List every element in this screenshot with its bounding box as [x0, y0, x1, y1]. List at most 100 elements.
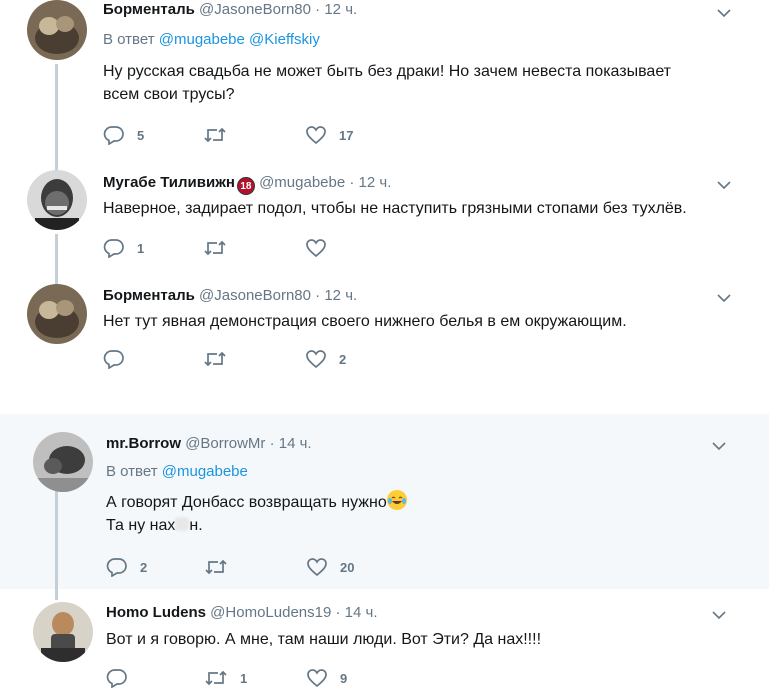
tweet-header: Борменталь @JasoneBorn80 · 12 ч. — [103, 286, 357, 306]
tweet-text-line: Ну русская свадьба не может быть без дра… — [103, 63, 672, 80]
like-count: 2 — [339, 351, 347, 367]
like-count: 20 — [340, 559, 355, 575]
reply-context: В ответ @mugabebe — [106, 463, 248, 480]
reply-button[interactable] — [103, 348, 137, 370]
author-handle[interactable]: @BorrowMr — [185, 435, 265, 452]
author-name[interactable]: Homo Ludens — [106, 604, 206, 621]
tweet[interactable]: Борменталь @JasoneBorn80 · 12 ч. Нет тут… — [0, 284, 769, 394]
separator: · — [335, 604, 341, 621]
tweet-actions: 2 20 — [106, 556, 406, 578]
tweet-text-segment: А говорят Донбасс возвращать нужно — [106, 494, 387, 511]
tweet-actions: 1 — [103, 237, 403, 259]
tweet-text-line: А говорят Донбасс возвращать нужно — [106, 490, 746, 514]
reply-prefix: В ответ — [106, 463, 158, 480]
like-button[interactable]: 9 — [306, 667, 347, 689]
chevron-down-icon[interactable] — [712, 610, 726, 620]
tweet[interactable]: Борменталь @JasoneBorn80 · 12 ч. В ответ… — [0, 0, 769, 165]
tweet-header: mr.Borrow @BorrowMr · 14 ч. — [106, 434, 312, 454]
author-name[interactable]: Борменталь — [103, 287, 195, 304]
reply-context: В ответ @mugabebe @Kieffskiy — [103, 31, 320, 48]
reply-button[interactable] — [106, 667, 140, 689]
tweet-header: Борменталь @JasoneBorn80 · 12 ч. — [103, 0, 357, 20]
like-button[interactable]: 20 — [306, 556, 354, 578]
author-name[interactable]: Борменталь — [103, 1, 195, 18]
separator: · — [269, 435, 275, 452]
reply-count: 1 — [137, 240, 145, 256]
retweet-icon — [205, 670, 227, 686]
author-handle[interactable]: @JasoneBorn80 — [199, 1, 311, 18]
retweet-icon — [204, 240, 226, 256]
timestamp[interactable]: 12 ч. — [359, 174, 392, 191]
retweet-button[interactable] — [203, 124, 239, 146]
retweet-button[interactable] — [203, 237, 239, 259]
separator: · — [315, 1, 321, 18]
retweet-icon — [204, 127, 226, 143]
avatar[interactable] — [33, 602, 93, 662]
timestamp[interactable]: 12 ч. — [324, 1, 357, 18]
chevron-down-icon[interactable] — [717, 180, 731, 190]
chevron-down-icon[interactable] — [717, 293, 731, 303]
timestamp[interactable]: 12 ч. — [324, 287, 357, 304]
like-button[interactable] — [305, 237, 339, 259]
chevron-down-icon[interactable] — [717, 8, 731, 18]
tweet[interactable]: Homo Ludens @HomoLudens19 · 14 ч. Вот и … — [0, 600, 769, 697]
timestamp[interactable]: 14 ч. — [345, 604, 378, 621]
like-count: 9 — [340, 670, 348, 686]
reply-icon — [106, 669, 127, 688]
tweet-header: Homo Ludens @HomoLudens19 · 14 ч. — [106, 603, 378, 623]
tweet-text-line: Наверное, задирает подол, чтобы не насту… — [103, 200, 687, 217]
censored-text — [175, 517, 190, 531]
avatar[interactable] — [27, 170, 87, 230]
reply-mentions[interactable]: @mugabebe @Kieffskiy — [159, 31, 320, 48]
timestamp[interactable]: 14 ч. — [279, 435, 312, 452]
reply-count: 5 — [137, 127, 145, 143]
tweet-text: Ну русская свадьба не может быть без дра… — [103, 60, 743, 106]
tweet-text-segment: Та ну нах — [106, 517, 176, 534]
tweet-text-line: Нет тут явная демонстрация своего нижнег… — [103, 313, 627, 330]
author-handle[interactable]: @HomoLudens19 — [210, 604, 331, 621]
retweet-button[interactable]: 1 — [204, 667, 247, 689]
separator: · — [349, 174, 355, 191]
reply-count: 2 — [140, 559, 148, 575]
reply-icon — [103, 126, 124, 145]
retweet-count: 1 — [240, 670, 248, 686]
author-handle[interactable]: @JasoneBorn80 — [199, 287, 311, 304]
reply-icon — [103, 239, 124, 258]
age-rating-badge: 18 — [236, 177, 255, 195]
like-icon — [306, 350, 326, 369]
like-icon — [307, 669, 327, 688]
tweet-actions: 5 17 — [103, 124, 403, 146]
tweet-text: А говорят Донбасс возвращать нужно Та ну… — [106, 490, 746, 537]
tweet-actions: 2 — [103, 348, 403, 370]
author-name[interactable]: mr.Borrow — [106, 435, 181, 452]
reply-button[interactable]: 1 — [103, 237, 144, 259]
author-name[interactable]: Мугабе Тиливижн — [103, 174, 235, 191]
tweet-text: Нет тут явная демонстрация своего нижнег… — [103, 310, 753, 333]
retweet-icon — [205, 559, 227, 575]
reply-icon — [106, 558, 127, 577]
reply-mentions[interactable]: @mugabebe — [162, 463, 248, 480]
retweet-icon — [204, 351, 226, 367]
tweet-text: Вот и я говорю. А мне, там наши люди. Во… — [106, 628, 746, 651]
like-icon — [306, 239, 326, 258]
tweet-text-segment: н. — [189, 517, 203, 534]
like-button[interactable]: 17 — [305, 124, 353, 146]
tweet[interactable]: Мугабе Тиливижн 18 @mugabebe · 12 ч. Наве… — [0, 170, 769, 280]
reply-button[interactable]: 2 — [106, 556, 147, 578]
avatar[interactable] — [27, 284, 87, 344]
retweet-button[interactable] — [203, 348, 239, 370]
reply-button[interactable]: 5 — [103, 124, 144, 146]
avatar[interactable] — [27, 0, 87, 60]
tweet-header: Мугабе Тиливижн 18 @mugabebe · 12 ч. — [103, 173, 391, 195]
reply-icon — [103, 350, 124, 369]
retweet-button[interactable] — [204, 556, 240, 578]
chevron-down-icon[interactable] — [712, 441, 726, 451]
tweet-text-line: Вот и я говорю. А мне, там наши люди. Во… — [106, 631, 542, 648]
reply-prefix: В ответ — [103, 31, 155, 48]
tweet[interactable]: mr.Borrow @BorrowMr · 14 ч. В ответ @mug… — [0, 432, 769, 587]
like-button[interactable]: 2 — [305, 348, 346, 370]
author-handle[interactable]: @mugabebe — [259, 174, 345, 191]
avatar[interactable] — [33, 432, 93, 492]
emoji-tears-of-joy-icon — [386, 490, 407, 510]
like-count: 17 — [339, 127, 354, 143]
